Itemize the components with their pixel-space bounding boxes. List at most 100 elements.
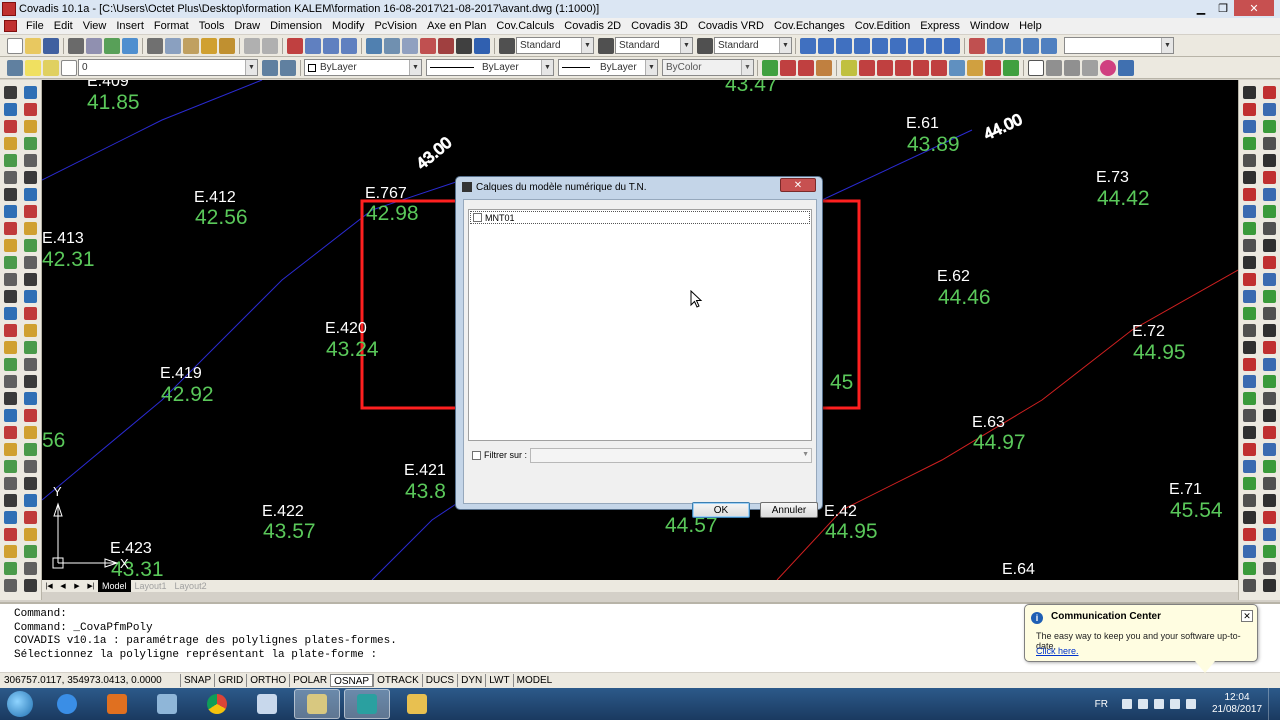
start-button[interactable]: [0, 688, 40, 720]
covadis-tool-icon[interactable]: [1263, 188, 1276, 201]
linetype-select[interactable]: ByLayer ▼: [426, 59, 554, 76]
covadis-tool-icon[interactable]: [1263, 511, 1276, 524]
covadis-tool-icon[interactable]: [1243, 579, 1256, 592]
covadis-tool-icon[interactable]: [1263, 460, 1276, 473]
maximize-icon[interactable]: ❐: [1212, 0, 1234, 16]
draw-tool-icon[interactable]: [24, 103, 37, 116]
covadis-tool-4-icon[interactable]: [1023, 37, 1039, 54]
covadis-tool-icon[interactable]: [1243, 239, 1256, 252]
draw-tool-icon[interactable]: [4, 307, 17, 320]
volume-icon[interactable]: [1154, 699, 1164, 709]
menu-pcvision[interactable]: PcVision: [369, 20, 422, 32]
draw-tool-icon[interactable]: [24, 222, 37, 235]
draw-tool-icon[interactable]: [24, 154, 37, 167]
cov-tool-o-icon[interactable]: [1118, 59, 1134, 76]
zoom-all-icon[interactable]: [836, 37, 852, 54]
draw-tool-icon[interactable]: [4, 562, 17, 575]
draw-tool-icon[interactable]: [4, 154, 17, 167]
pan-icon[interactable]: [287, 37, 303, 54]
draw-tool-icon[interactable]: [24, 528, 37, 541]
menu-view[interactable]: View: [78, 20, 112, 32]
osnap-toggle[interactable]: OSNAP: [330, 674, 374, 687]
covadis-tool-icon[interactable]: [1263, 307, 1276, 320]
covadis-tool-icon[interactable]: [1263, 86, 1276, 99]
draw-tool-icon[interactable]: [4, 375, 17, 388]
menu-window[interactable]: Window: [965, 20, 1014, 32]
draw-tool-icon[interactable]: [4, 273, 17, 286]
cov-tool-m-icon[interactable]: [985, 59, 1001, 76]
otrack-toggle[interactable]: OTRACK: [373, 674, 422, 687]
draw-tool-icon[interactable]: [4, 341, 17, 354]
zoom-window2-icon[interactable]: [944, 37, 960, 54]
menu-tools[interactable]: Tools: [194, 20, 230, 32]
covadis-tool-icon[interactable]: [1243, 375, 1256, 388]
prev-tab-icon[interactable]: ◀: [56, 580, 70, 592]
covadis-tool-2-icon[interactable]: [987, 37, 1003, 54]
draw-tool-icon[interactable]: [4, 188, 17, 201]
draw-tool-icon[interactable]: [24, 324, 37, 337]
taskbar-chrome[interactable]: [194, 689, 240, 719]
covadis-tool-icon[interactable]: [1243, 154, 1256, 167]
draw-tool-icon[interactable]: [4, 528, 17, 541]
menu-help[interactable]: Help: [1014, 20, 1047, 32]
dialog-close-icon[interactable]: ✕: [780, 178, 816, 192]
cov-tool-d-icon[interactable]: [816, 59, 832, 76]
zoom-window-icon[interactable]: [323, 37, 339, 54]
click-here-link[interactable]: Click here.: [1036, 646, 1079, 656]
draw-tool-icon[interactable]: [4, 120, 17, 133]
close-icon[interactable]: ✕: [1241, 610, 1253, 622]
menu-axe-en-plan[interactable]: Axe en Plan: [422, 20, 491, 32]
draw-tool-icon[interactable]: [24, 307, 37, 320]
cov-tool-b-icon[interactable]: [780, 59, 796, 76]
menu-modify[interactable]: Modify: [327, 20, 369, 32]
draw-tool-icon[interactable]: [4, 290, 17, 303]
covadis-tool-icon[interactable]: [1243, 171, 1256, 184]
cov-tool-n-icon[interactable]: [1003, 59, 1019, 76]
covadis-tool-icon[interactable]: [1243, 545, 1256, 558]
draw-tool-icon[interactable]: [24, 205, 37, 218]
table-style-select[interactable]: Standard ▼: [714, 37, 792, 54]
covadis-tool-icon[interactable]: [1243, 120, 1256, 133]
help-icon[interactable]: [474, 37, 490, 54]
ok-button[interactable]: OK: [692, 502, 750, 518]
covadis-tool-icon[interactable]: [1263, 137, 1276, 150]
minimize-icon[interactable]: ▁: [1190, 0, 1212, 16]
draw-tool-icon[interactable]: [4, 511, 17, 524]
cancel-button[interactable]: Annuler: [760, 502, 818, 518]
close-icon[interactable]: ✕: [1234, 0, 1274, 16]
redo-icon[interactable]: [262, 37, 278, 54]
plotstyle-select[interactable]: ByColor ▼: [662, 59, 754, 76]
menu-covadis-vrd[interactable]: Covadis VRD: [693, 20, 769, 32]
cut-icon[interactable]: [147, 37, 163, 54]
sheet-set-icon[interactable]: [420, 37, 436, 54]
draw-tool-icon[interactable]: [4, 256, 17, 269]
cov-tool-f-icon[interactable]: [859, 59, 875, 76]
covadis-tool-icon[interactable]: [1243, 443, 1256, 456]
draw-tool-icon[interactable]: [4, 477, 17, 490]
draw-tool-icon[interactable]: [24, 171, 37, 184]
tab-layout2[interactable]: Layout2: [171, 580, 211, 592]
cov-tool-j-icon[interactable]: [931, 59, 947, 76]
covadis-tool-icon[interactable]: [1263, 426, 1276, 439]
taskbar-covadis[interactable]: [344, 689, 390, 719]
show-desktop-button[interactable]: [1268, 688, 1280, 720]
draw-tool-icon[interactable]: [24, 86, 37, 99]
model-toggle[interactable]: MODEL: [512, 674, 556, 687]
cov-tool-c-icon[interactable]: [798, 59, 814, 76]
draw-tool-icon[interactable]: [24, 375, 37, 388]
draw-tool-icon[interactable]: [24, 358, 37, 371]
filter-select[interactable]: ▼: [530, 448, 812, 463]
show-hidden-icon[interactable]: [1122, 699, 1132, 709]
layer-select[interactable]: 0 ▼: [78, 59, 258, 76]
layers-list[interactable]: MNT01: [468, 209, 812, 441]
text-tool-icon[interactable]: [1028, 59, 1044, 76]
covadis-tool-icon[interactable]: [1243, 103, 1256, 116]
layer-previous-icon[interactable]: [280, 59, 296, 76]
3d-cylinder-icon[interactable]: [1082, 59, 1098, 76]
covadis-tool-icon[interactable]: [1243, 392, 1256, 405]
draw-tool-icon[interactable]: [4, 222, 17, 235]
draw-tool-icon[interactable]: [24, 273, 37, 286]
tab-layout1[interactable]: Layout1: [131, 580, 171, 592]
menu-insert[interactable]: Insert: [111, 20, 149, 32]
draw-tool-icon[interactable]: [24, 562, 37, 575]
